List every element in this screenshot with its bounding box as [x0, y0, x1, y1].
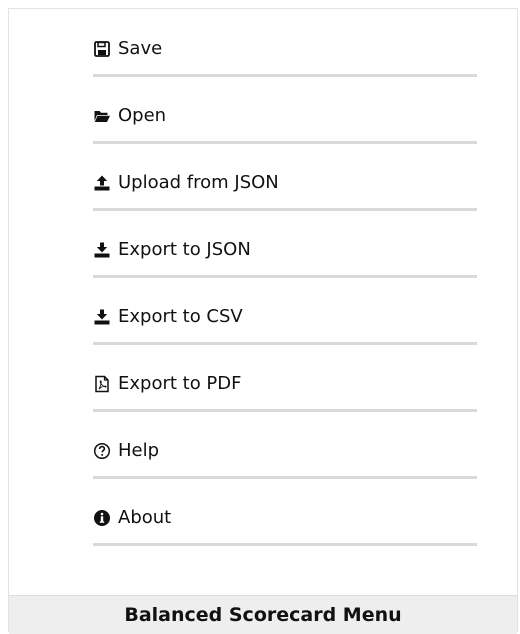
- menu-footer: Balanced Scorecard Menu: [9, 595, 517, 634]
- menu-item-label: Open: [118, 105, 167, 126]
- scorecard-menu-panel: Save Open Upload from JSON Export to JSO…: [8, 8, 518, 634]
- menu-item-label: About: [118, 507, 172, 528]
- menu-item-row: Export to CSV: [93, 305, 243, 329]
- menu-divider: [93, 543, 477, 546]
- pdf-file-icon: [93, 375, 111, 393]
- folder-open-icon: [93, 107, 111, 125]
- info-circle-icon: [93, 509, 111, 527]
- menu-list: Save Open Upload from JSON Export to JSO…: [93, 9, 477, 546]
- question-circle-icon: [93, 442, 111, 460]
- menu-item-label: Save: [118, 38, 163, 59]
- menu-item-export-csv[interactable]: Export to CSV: [93, 277, 477, 345]
- floppy-disk-icon: [93, 40, 111, 58]
- menu-item-label: Export to JSON: [118, 239, 251, 260]
- menu-item-open[interactable]: Open: [93, 76, 477, 144]
- menu-item-upload-json[interactable]: Upload from JSON: [93, 143, 477, 211]
- menu-item-row: Save: [93, 37, 162, 61]
- menu-item-label: Help: [118, 440, 160, 461]
- menu-item-row: About: [93, 506, 171, 530]
- menu-item-row: Export to JSON: [93, 238, 251, 262]
- menu-item-row: Open: [93, 104, 166, 128]
- menu-item-row: Help: [93, 439, 159, 463]
- download-icon: [93, 308, 111, 326]
- menu-item-help[interactable]: Help: [93, 411, 477, 479]
- menu-item-label: Export to PDF: [118, 373, 242, 394]
- menu-item-about[interactable]: About: [93, 478, 477, 546]
- menu-item-export-json[interactable]: Export to JSON: [93, 210, 477, 278]
- menu-title: Balanced Scorecard Menu: [124, 604, 402, 626]
- menu-item-save[interactable]: Save: [93, 9, 477, 77]
- menu-item-label: Upload from JSON: [118, 172, 279, 193]
- menu-item-export-pdf[interactable]: Export to PDF: [93, 344, 477, 412]
- menu-item-row: Export to PDF: [93, 372, 242, 396]
- menu-item-label: Export to CSV: [118, 306, 243, 327]
- download-icon: [93, 241, 111, 259]
- upload-icon: [93, 174, 111, 192]
- menu-item-row: Upload from JSON: [93, 171, 279, 195]
